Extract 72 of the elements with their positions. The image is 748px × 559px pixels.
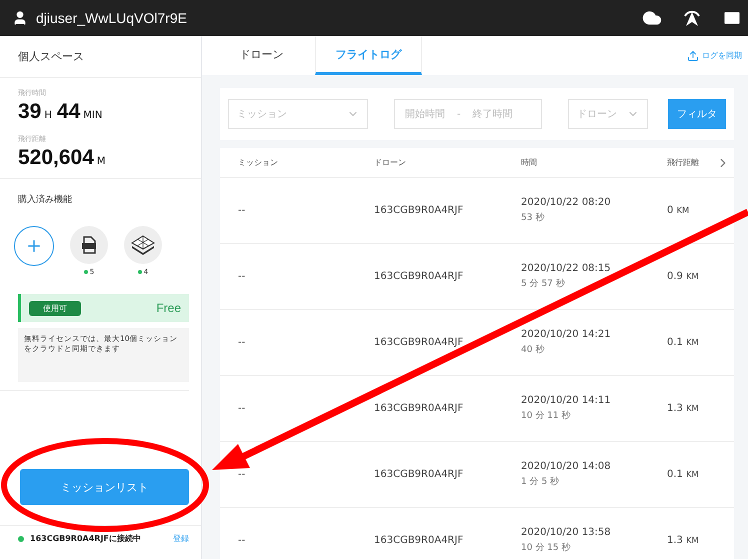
sync-log-text: ログを同期 — [702, 50, 742, 61]
filter-button[interactable]: フィルタ — [668, 99, 726, 129]
stat-value: 44 — [56, 100, 80, 124]
username: djiuser_WwLUqVOl7r9E — [36, 10, 188, 26]
distance-cell-text: 0 KM — [667, 205, 690, 216]
duration-cell-text: 40 秒 — [521, 344, 546, 356]
stat-unit: MIN — [83, 110, 102, 121]
drone-cell-text: 163CGB9R0A4RJF — [374, 271, 464, 282]
date-cell-text: 2020/10/20 13:58 — [521, 527, 612, 538]
distance-cell-text: 0.9 KM — [667, 271, 700, 282]
drone-cell-text: 163CGB9R0A4RJF — [374, 205, 464, 216]
date-cell-text: 2020/10/22 08:20 — [521, 197, 612, 208]
feature-icon-background[interactable] — [124, 226, 162, 264]
drone-select[interactable]: ドローン — [568, 99, 648, 129]
duration-cell-text: 53 秒 — [521, 212, 546, 224]
distance-cell-text: 1.3 KM — [667, 403, 700, 414]
tab[interactable]: フライトログ — [315, 36, 422, 75]
drone-cell-text: 163CGB9R0A4RJF — [374, 535, 464, 546]
mission-cell-text: -- — [238, 205, 246, 216]
tab[interactable]: ドローン — [208, 36, 315, 75]
mission-list-button[interactable]: ミッションリスト — [20, 469, 189, 505]
plus-icon — [25, 237, 43, 255]
table-row[interactable]: -- 163CGB9R0A4RJF 2020/10/20 14:21 40 秒 0.1 KM — [220, 310, 734, 376]
duration-cell-text: 10 分 11 秒 — [521, 410, 572, 422]
navigation-icon[interactable] — [682, 8, 702, 28]
sync-log-link[interactable]: ログを同期 — [687, 36, 748, 75]
add-button[interactable] — [14, 226, 54, 266]
license-plan: Free — [156, 301, 181, 315]
features-title: 購入済み機能 — [17, 194, 73, 207]
distance-cell-text: 1.3 KM — [667, 535, 700, 546]
distance-cell-text: 0.1 KM — [667, 469, 700, 480]
column-header: 飛行距離 — [667, 157, 699, 168]
drone-cell-text: 163CGB9R0A4RJF — [374, 337, 464, 348]
distance-cell-text: 0.1 KM — [667, 337, 700, 348]
mission-cell-text: -- — [238, 271, 246, 282]
mission-cell-text: -- — [238, 403, 246, 414]
license-badge: 使用可 — [29, 300, 81, 316]
connection-status: 163CGB9R0A4RJFに接続中 — [30, 533, 142, 544]
stat-unit: H — [44, 110, 52, 121]
table-row[interactable]: -- 163CGB9R0A4RJF 2020/10/22 08:15 5 分 57 秒 0.9 KM — [220, 244, 734, 310]
table-row[interactable]: -- 163CGB9R0A4RJF 2020/10/22 08:20 53 秒 0 KM — [220, 178, 734, 244]
stat-unit: M — [96, 156, 106, 167]
mission-cell-text: -- — [238, 535, 246, 546]
status-dot-icon — [138, 270, 142, 274]
mission-cell-text: -- — [238, 469, 246, 480]
feature-icon-background[interactable] — [70, 226, 108, 264]
table-row[interactable]: -- 163CGB9R0A4RJF 2020/10/20 13:58 10 分 15 秒 1.3 KM — [220, 508, 734, 559]
date-cell-text: 2020/10/22 08:15 — [521, 263, 612, 274]
duration-cell-text: 1 分 5 秒 — [521, 476, 560, 488]
sidebar-title: 個人スペース — [0, 36, 201, 78]
mission-select[interactable]: ミッション — [228, 99, 368, 129]
column-header: ミッション — [238, 157, 279, 168]
date-cell-text: 2020/10/20 14:21 — [521, 329, 612, 340]
mission-cell-text: -- — [238, 337, 246, 348]
user-icon — [12, 10, 28, 26]
stat-value: 520,604 — [18, 146, 94, 170]
layers-icon — [130, 234, 156, 256]
upload-icon — [687, 50, 699, 62]
drone-cell-text: 163CGB9R0A4RJF — [374, 403, 464, 414]
drone-cell-text: 163CGB9R0A4RJF — [374, 469, 464, 480]
date-cell-text: 2020/10/20 14:08 — [521, 461, 612, 472]
column-header: ドローン — [374, 157, 407, 168]
kml-file-icon — [81, 236, 97, 254]
date-range-field[interactable]: 開始時間 - 終了時間 — [394, 99, 542, 129]
date-cell-text: 2020/10/20 14:11 — [521, 395, 612, 406]
register-link[interactable]: 登録 — [173, 533, 189, 544]
status-dot-icon — [84, 270, 88, 274]
table-row[interactable]: -- 163CGB9R0A4RJF 2020/10/20 14:11 10 分 11 秒 1.3 KM — [220, 376, 734, 442]
stat-value: 39 — [18, 100, 42, 124]
duration-cell-text: 10 分 15 秒 — [521, 542, 572, 554]
duration-cell-text: 5 分 57 秒 — [521, 278, 566, 290]
column-header: 時間 — [521, 157, 538, 168]
